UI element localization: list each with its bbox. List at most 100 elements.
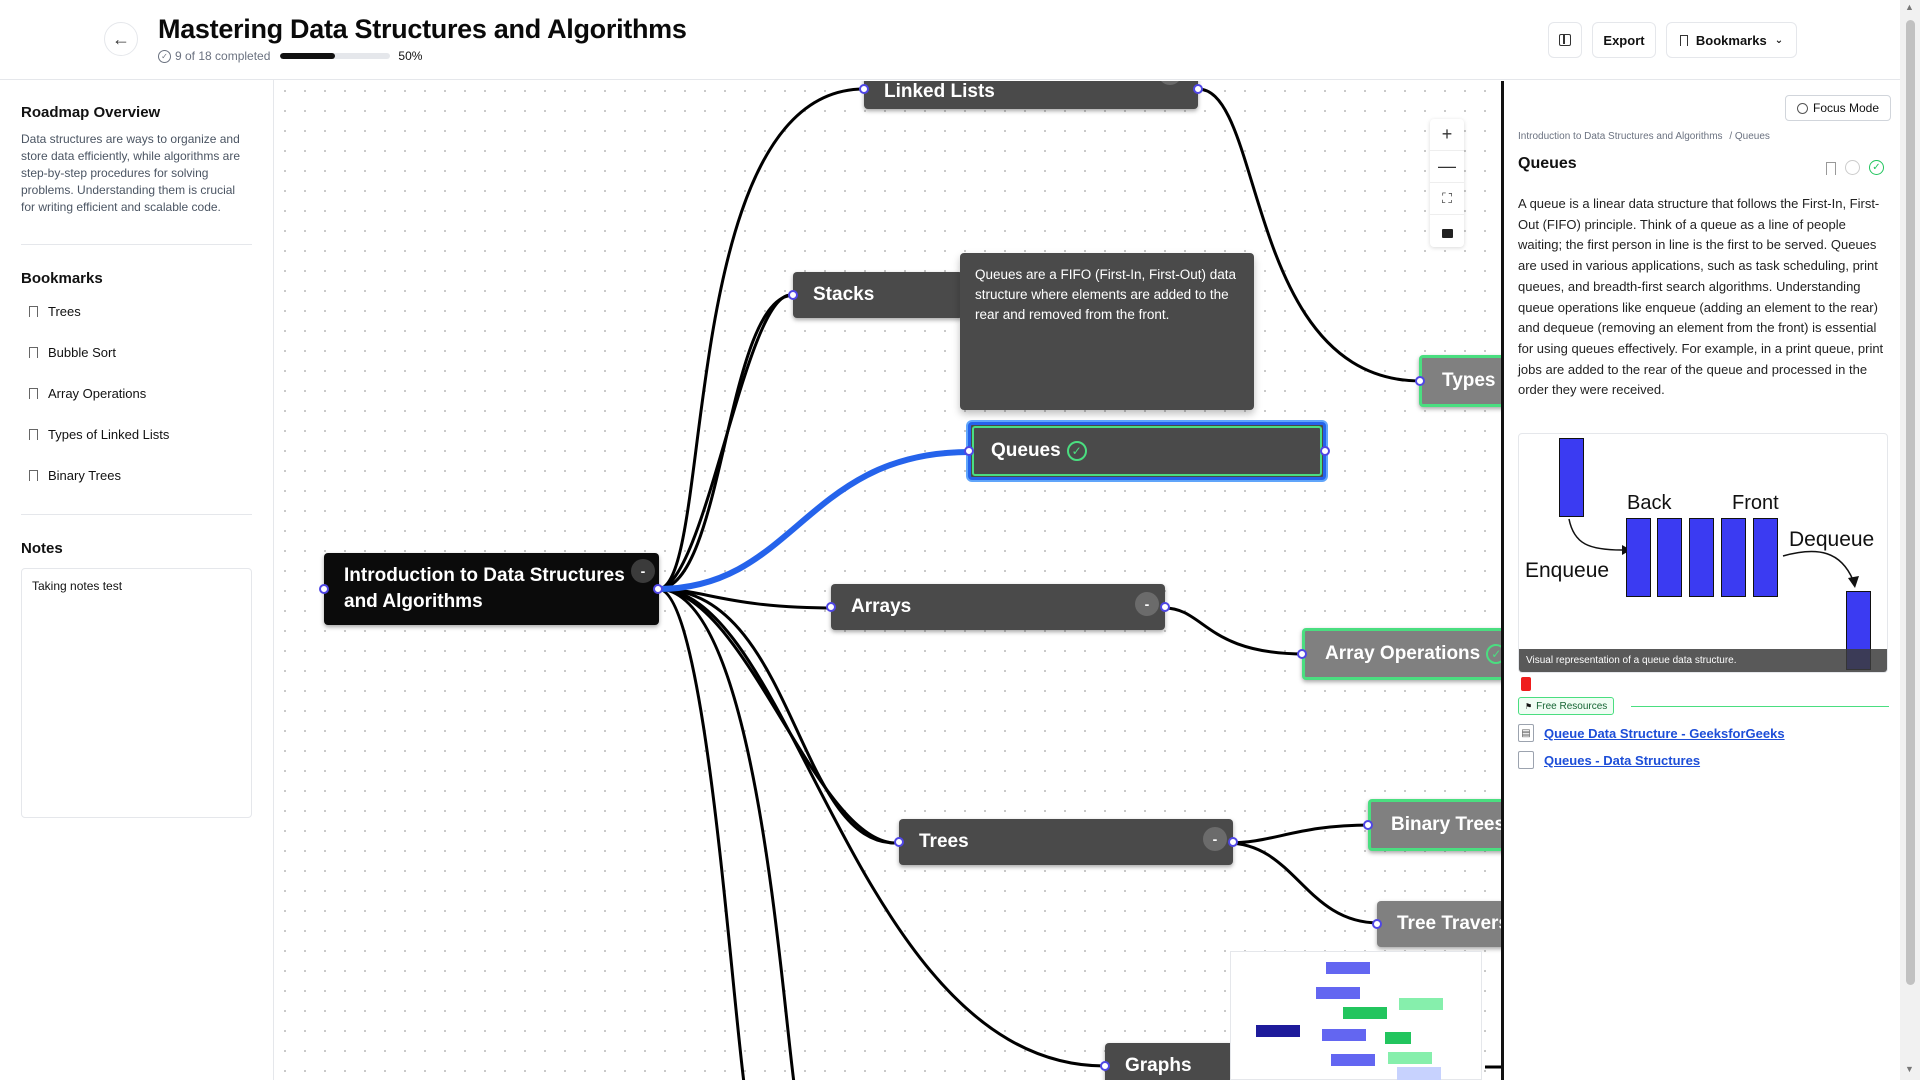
minimap-node bbox=[1399, 998, 1443, 1010]
node-label: Linked Lists bbox=[884, 81, 995, 102]
scroll-up-icon[interactable]: ▲ bbox=[1905, 2, 1914, 12]
checkbox-icon[interactable] bbox=[1518, 751, 1534, 769]
collapse-button[interactable]: - bbox=[1135, 592, 1159, 616]
resource-link[interactable]: ▤ Queue Data Structure - GeeksforGeeks bbox=[1518, 724, 1785, 742]
node-label: Binary Trees bbox=[1391, 814, 1501, 835]
bookmark-item-bubble-sort[interactable]: Bubble Sort bbox=[21, 332, 252, 373]
bookmark-item-array-operations[interactable]: Array Operations bbox=[21, 373, 252, 414]
node-handle[interactable] bbox=[1297, 649, 1307, 659]
divider bbox=[1631, 706, 1889, 707]
node-label: Array Operations bbox=[1325, 643, 1481, 664]
resource-link[interactable]: Queues - Data Structures bbox=[1518, 751, 1700, 769]
node-handle[interactable] bbox=[1363, 820, 1373, 830]
lock-button[interactable] bbox=[1430, 215, 1464, 247]
bookmark-item-types-of-linked-lists[interactable]: Types of Linked Lists bbox=[21, 414, 252, 455]
node-root[interactable]: Introduction to Data Structures and Algo… bbox=[324, 553, 659, 625]
scrollbar-thumb[interactable] bbox=[1906, 20, 1915, 985]
minimap-node bbox=[1343, 1007, 1387, 1019]
node-linked-lists[interactable]: Linked Lists - bbox=[864, 81, 1198, 109]
breadcrumb-current: / Queues bbox=[1729, 131, 1770, 142]
node-tree-traversal[interactable]: Tree Traversa bbox=[1377, 901, 1501, 947]
notes-textarea[interactable]: Taking notes test bbox=[21, 568, 252, 818]
bookmark-label: Array Operations bbox=[48, 386, 147, 401]
minimap-node bbox=[1256, 1025, 1300, 1037]
panel-layout-icon bbox=[1559, 34, 1571, 46]
flag-icon bbox=[1521, 677, 1531, 691]
scroll-down-icon[interactable]: ▼ bbox=[1905, 1064, 1914, 1074]
node-handle[interactable] bbox=[788, 290, 798, 300]
bookmark-icon[interactable] bbox=[1826, 162, 1836, 175]
breadcrumb-root[interactable]: Introduction to Data Structures and Algo… bbox=[1518, 131, 1723, 142]
notes-heading: Notes bbox=[21, 540, 63, 557]
bookmarks-dropdown[interactable]: Bookmarks ⌄ bbox=[1666, 22, 1797, 58]
divider bbox=[21, 244, 252, 245]
node-arrays[interactable]: Arrays - bbox=[831, 584, 1165, 630]
check-circle-icon: ✓ bbox=[1486, 644, 1501, 664]
bookmark-icon bbox=[29, 429, 38, 440]
bookmark-icon bbox=[29, 388, 38, 399]
collapse-button[interactable]: - bbox=[631, 559, 655, 583]
minimap[interactable] bbox=[1230, 951, 1482, 1080]
flag-icon: ⚑ bbox=[1525, 701, 1533, 711]
zoom-out-button[interactable]: — bbox=[1430, 151, 1464, 183]
check-circle-icon[interactable]: ✓ bbox=[1869, 160, 1884, 175]
page-scrollbar[interactable]: ▲ ▼ bbox=[1900, 0, 1920, 1080]
panel-description: A queue is a linear data structure that … bbox=[1518, 196, 1884, 398]
node-graphs[interactable]: Graphs bbox=[1105, 1043, 1235, 1080]
node-handle[interactable] bbox=[1100, 1061, 1110, 1071]
collapse-button[interactable]: - bbox=[1203, 827, 1227, 851]
enqueue-label: Enqueue bbox=[1525, 559, 1610, 582]
minimap-node bbox=[1326, 962, 1370, 974]
bookmark-item-trees[interactable]: Trees bbox=[21, 291, 252, 332]
node-handle[interactable] bbox=[1415, 376, 1425, 386]
node-stacks[interactable]: Stacks bbox=[793, 272, 963, 318]
minimap-viewport bbox=[1397, 1067, 1441, 1080]
node-tooltip: Queues are a FIFO (First-In, First-Out) … bbox=[960, 253, 1254, 410]
bookmark-label: Bubble Sort bbox=[48, 345, 116, 360]
fit-view-button[interactable]: ⛶ bbox=[1430, 183, 1464, 215]
figure-caption: Visual representation of a queue data st… bbox=[1519, 649, 1887, 672]
toggle-panel-button[interactable] bbox=[1548, 22, 1582, 58]
zoom-in-button[interactable]: + bbox=[1430, 119, 1464, 151]
divider bbox=[21, 514, 252, 515]
bookmark-item-binary-trees[interactable]: Binary Trees bbox=[21, 455, 252, 496]
progress-bar bbox=[280, 53, 391, 59]
export-button[interactable]: Export bbox=[1592, 22, 1656, 58]
node-label: Tree Traversa bbox=[1397, 913, 1501, 934]
bookmarks-heading: Bookmarks bbox=[21, 270, 103, 287]
node-handle[interactable] bbox=[964, 446, 974, 456]
node-handle[interactable] bbox=[1160, 602, 1170, 612]
node-array-operations[interactable]: Array Operations ✓ bbox=[1302, 628, 1501, 680]
bookmark-label: Types of Linked Lists bbox=[48, 427, 170, 442]
edge bbox=[657, 87, 865, 591]
collapse-button[interactable]: - bbox=[1158, 81, 1182, 85]
edge bbox=[1163, 606, 1306, 656]
node-queues[interactable]: Queues ✓ bbox=[968, 422, 1326, 480]
queue-element bbox=[1689, 518, 1714, 597]
panel-title: Queues bbox=[1518, 155, 1577, 172]
back-button[interactable]: ← bbox=[104, 22, 138, 56]
node-handle[interactable] bbox=[319, 584, 329, 594]
zoom-controls: + — ⛶ bbox=[1430, 119, 1464, 247]
node-binary-trees[interactable]: Binary Trees bbox=[1368, 799, 1501, 851]
node-handle[interactable] bbox=[1193, 84, 1203, 94]
bookmark-label: Binary Trees bbox=[48, 468, 121, 483]
in-progress-icon[interactable] bbox=[1845, 160, 1860, 175]
node-handle[interactable] bbox=[859, 84, 869, 94]
roadmap-canvas[interactable]: Linked Lists - Stacks Queues are a FIFO … bbox=[275, 81, 1501, 1080]
left-sidebar: Roadmap Overview Data structures are way… bbox=[0, 80, 274, 1080]
node-types-of-linked-lists[interactable]: Types o bbox=[1419, 355, 1501, 407]
node-handle[interactable] bbox=[653, 584, 663, 594]
node-trees[interactable]: Trees - bbox=[899, 819, 1233, 865]
node-handle[interactable] bbox=[1320, 446, 1330, 456]
node-handle[interactable] bbox=[1228, 837, 1238, 847]
progress-text: 9 of 18 completed bbox=[175, 49, 271, 63]
page-title: Mastering Data Structures and Algorithms bbox=[158, 14, 687, 44]
breadcrumb: Introduction to Data Structures and Algo… bbox=[1518, 131, 1770, 142]
node-handle[interactable] bbox=[826, 602, 836, 612]
focus-mode-button[interactable]: Focus Mode bbox=[1785, 95, 1891, 121]
node-handle[interactable] bbox=[894, 837, 904, 847]
minimap-node bbox=[1316, 987, 1360, 999]
node-handle[interactable] bbox=[1372, 919, 1382, 929]
minimap-node bbox=[1385, 1032, 1411, 1044]
